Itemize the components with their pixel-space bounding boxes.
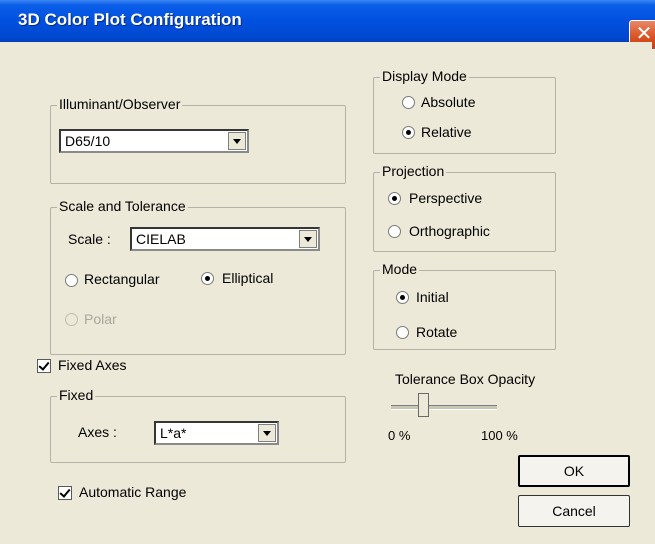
chevron-down-icon[interactable]: [258, 424, 276, 442]
perspective-label[interactable]: Perspective: [409, 190, 482, 206]
display-mode-group: Display Mode Absolute Relative: [373, 68, 556, 154]
mode-legend: Mode: [380, 261, 420, 277]
scale-value: CIELAB: [136, 231, 186, 247]
illuminant-dropdown[interactable]: D65/10: [59, 129, 249, 153]
absolute-label[interactable]: Absolute: [421, 94, 475, 110]
polar-radio: [65, 313, 78, 326]
perspective-radio[interactable]: [388, 192, 401, 205]
opacity-max-label: 100 %: [481, 428, 518, 443]
scale-dropdown[interactable]: CIELAB: [130, 227, 320, 251]
dialog-window: 3D Color Plot Configuration ✕ Illuminant…: [0, 0, 655, 544]
cancel-button[interactable]: Cancel: [518, 495, 630, 527]
rectangular-label[interactable]: Rectangular: [84, 271, 160, 287]
opacity-label: Tolerance Box Opacity: [395, 371, 536, 387]
ok-button[interactable]: OK: [518, 455, 630, 487]
orthographic-label[interactable]: Orthographic: [409, 223, 490, 239]
axes-dropdown[interactable]: L*a*: [154, 421, 279, 445]
window-title: 3D Color Plot Configuration: [18, 10, 242, 29]
axes-value: L*a*: [160, 425, 187, 441]
fixed-axes-checkbox[interactable]: [37, 359, 51, 373]
fixed-group: Fixed Axes : L*a*: [50, 387, 346, 463]
polar-label: Polar: [84, 311, 117, 327]
opacity-slider-track[interactable]: [391, 405, 497, 410]
rotate-label[interactable]: Rotate: [416, 324, 457, 340]
orthographic-radio[interactable]: [388, 225, 401, 238]
projection-group: Projection Perspective Orthographic: [373, 163, 556, 252]
absolute-radio[interactable]: [402, 96, 415, 109]
dialog-body: Illuminant/Observer D65/10 Scale and Tol…: [3, 42, 652, 541]
elliptical-radio[interactable]: [201, 272, 214, 285]
opacity-slider-thumb[interactable]: [418, 393, 429, 417]
elliptical-label[interactable]: Elliptical: [222, 270, 273, 286]
mode-group: Mode Initial Rotate: [373, 261, 556, 350]
scale-label: Scale :: [68, 231, 111, 247]
axes-label: Axes :: [78, 424, 117, 440]
automatic-range-label[interactable]: Automatic Range: [79, 484, 186, 500]
initial-label[interactable]: Initial: [416, 289, 449, 305]
projection-legend: Projection: [380, 163, 447, 179]
rotate-radio[interactable]: [396, 326, 409, 339]
title-bar[interactable]: 3D Color Plot Configuration ✕: [0, 0, 655, 50]
opacity-min-label: 0 %: [388, 428, 411, 443]
display-mode-legend: Display Mode: [380, 68, 469, 84]
chevron-down-icon[interactable]: [299, 230, 317, 248]
fixed-legend: Fixed: [57, 387, 96, 403]
initial-radio[interactable]: [396, 291, 409, 304]
relative-label[interactable]: Relative: [421, 124, 472, 140]
automatic-range-checkbox[interactable]: [58, 486, 72, 500]
chevron-down-icon[interactable]: [228, 132, 246, 150]
rectangular-radio[interactable]: [65, 274, 78, 287]
illuminant-group: Illuminant/Observer D65/10: [50, 96, 346, 184]
illuminant-value: D65/10: [65, 133, 111, 149]
illuminant-legend: Illuminant/Observer: [57, 96, 183, 112]
fixed-axes-label[interactable]: Fixed Axes: [58, 357, 126, 373]
scale-tolerance-legend: Scale and Tolerance: [57, 198, 188, 214]
scale-tolerance-group: Scale and Tolerance Scale : CIELAB Recta…: [50, 198, 346, 355]
relative-radio[interactable]: [402, 126, 415, 139]
